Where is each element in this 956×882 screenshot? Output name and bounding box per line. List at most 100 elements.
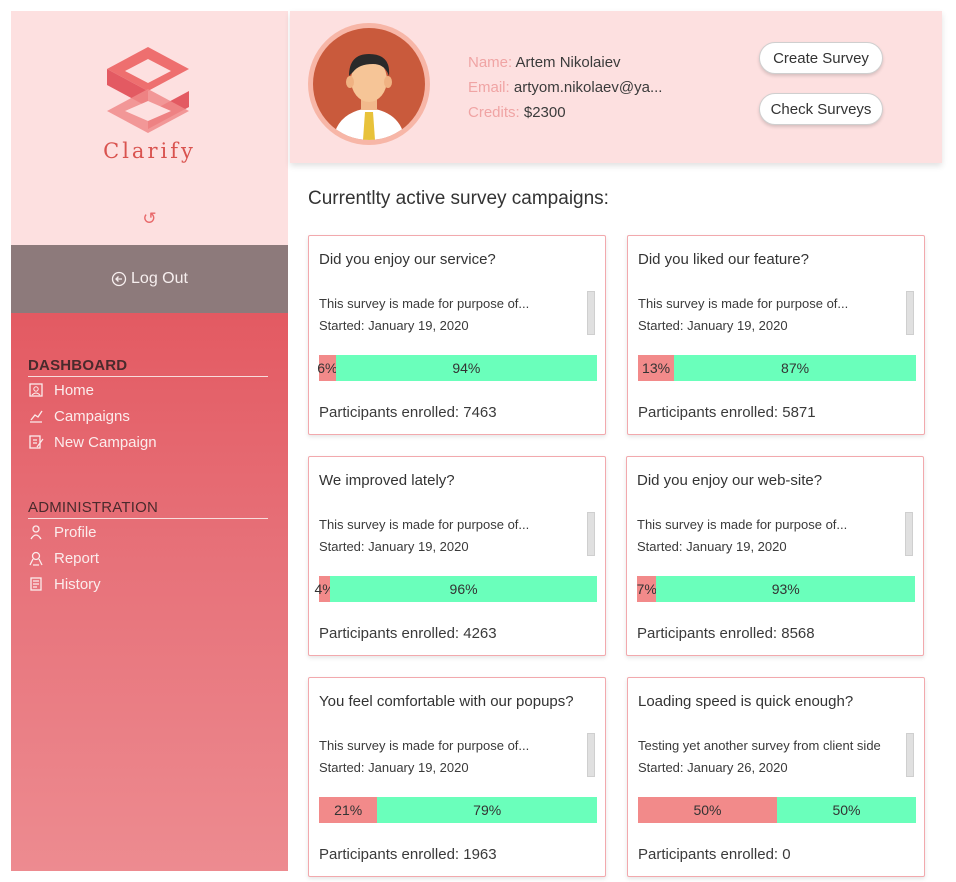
result-bar: 6% 94% [317, 355, 597, 381]
edit-icon [29, 435, 44, 449]
brand-panel: Clarify ↺ [11, 11, 288, 245]
refresh-icon[interactable]: ↺ [11, 209, 288, 229]
logout-button[interactable]: Log Out [11, 245, 288, 313]
yes-segment: 94% [335, 355, 597, 381]
participants-enrolled: Participants enrolled: 5871 [638, 404, 816, 421]
survey-title: You feel comfortable with our popups? [319, 693, 574, 710]
survey-description: This survey is made for purpose of... Sta… [638, 293, 898, 337]
survey-desc-text: This survey is made for purpose of... [319, 296, 530, 311]
survey-title: Did you liked our feature? [638, 251, 809, 268]
profile-email: artyom.nikolaev@ya... [513, 79, 663, 96]
survey-started: Started: January 19, 2020 [319, 760, 469, 775]
name-key: Name: [468, 54, 513, 71]
sidebar-nav: DASHBOARD Home Campaigns New Campaign AD… [11, 313, 288, 871]
no-segment: 4% [314, 576, 335, 602]
yes-segment: 96% [330, 576, 597, 602]
sidebar-item-label: Report [54, 549, 100, 567]
survey-started: Started: January 19, 2020 [637, 539, 787, 554]
sidebar-item-label: Profile [54, 523, 97, 541]
survey-description: This survey is made for purpose of... Sta… [319, 514, 579, 558]
sidebar-item-label: New Campaign [54, 433, 157, 451]
survey-desc-text: This survey is made for purpose of... [319, 517, 530, 532]
user-icon [30, 525, 42, 540]
yes-segment: 79% [377, 797, 597, 823]
sidebar-item-profile[interactable]: Profile [28, 519, 268, 545]
profile-credits: $2300 [523, 104, 566, 121]
administration-heading: ADMINISTRATION [28, 499, 268, 519]
description-scrollbar[interactable] [587, 291, 595, 335]
survey-description: This survey is made for purpose of... Sta… [319, 293, 579, 337]
survey-description: This survey is made for purpose of... Sta… [637, 514, 897, 558]
no-segment: 7% [637, 576, 657, 602]
profile-info: Name: Artem Nikolaiev Email: artyom.niko… [468, 50, 662, 125]
sidebar-item-label: Home [54, 381, 95, 399]
credits-key: Credits: [468, 104, 520, 121]
result-bar: 7% 93% [637, 576, 915, 602]
participants-enrolled: Participants enrolled: 7463 [319, 404, 497, 421]
history-icon [30, 577, 42, 591]
sidebar: Clarify ↺ Log Out DASHBOARD Home Campaig… [11, 11, 288, 871]
chart-icon [30, 410, 43, 423]
survey-title: Loading speed is quick enough? [638, 693, 854, 710]
participants-enrolled: Participants enrolled: 0 [638, 846, 791, 863]
survey-description: Testing yet another survey from client s… [638, 735, 898, 779]
profile-header: Name: Artem Nikolaiev Email: artyom.niko… [290, 11, 942, 163]
check-surveys-button[interactable]: Check Surveys [759, 93, 883, 125]
result-bar: 4% 96% [314, 576, 597, 602]
survey-title: We improved lately? [319, 472, 455, 489]
survey-desc-text: This survey is made for purpose of... [319, 738, 530, 753]
survey-description: This survey is made for purpose of... Sta… [319, 735, 579, 779]
result-bar: 21% 79% [319, 797, 597, 823]
description-scrollbar[interactable] [587, 733, 595, 777]
survey-started: Started: January 19, 2020 [319, 539, 469, 554]
user-avatar-icon [333, 54, 405, 140]
survey-card[interactable]: We improved lately? This survey is made f… [308, 456, 606, 656]
result-bar: 13% 87% [638, 355, 916, 381]
no-segment: 50% [638, 797, 777, 823]
survey-desc-text: This survey is made for purpose of... [638, 296, 849, 311]
survey-card[interactable]: You feel comfortable with our popups? Thi… [308, 677, 606, 877]
sidebar-item-new-campaign[interactable]: New Campaign [28, 429, 268, 455]
page-title: Currentlty active survey campaigns: [308, 188, 609, 209]
survey-started: Started: January 19, 2020 [638, 318, 788, 333]
email-key: Email: [468, 79, 510, 96]
sidebar-item-label: History [54, 575, 101, 593]
survey-card[interactable]: Did you enjoy our web-site? This survey i… [626, 456, 924, 656]
no-segment: 13% [638, 355, 675, 381]
no-segment: 6% [317, 355, 337, 381]
profile-name: Artem Nikolaiev [515, 54, 621, 71]
description-scrollbar[interactable] [906, 291, 914, 335]
survey-started: Started: January 19, 2020 [319, 318, 469, 333]
survey-card[interactable]: Loading speed is quick enough? Testing ye… [627, 677, 925, 877]
clarify-logo-icon [107, 47, 189, 133]
yes-segment: 93% [656, 576, 915, 602]
survey-desc-text: Testing yet another survey from client s… [638, 738, 881, 753]
sidebar-item-report[interactable]: Report [28, 545, 268, 571]
home-icon [29, 383, 43, 397]
create-survey-button[interactable]: Create Survey [759, 42, 883, 74]
survey-card[interactable]: Did you enjoy our service? This survey is… [308, 235, 606, 435]
description-scrollbar[interactable] [906, 733, 914, 777]
yes-segment: 87% [674, 355, 916, 381]
description-scrollbar[interactable] [587, 512, 595, 556]
brand-name: Clarify [103, 139, 196, 163]
survey-started: Started: January 26, 2020 [638, 760, 788, 775]
report-icon [29, 551, 43, 566]
sidebar-item-campaigns[interactable]: Campaigns [28, 403, 268, 429]
yes-segment: 50% [777, 797, 916, 823]
dashboard-heading: DASHBOARD [28, 357, 268, 377]
avatar [308, 23, 430, 145]
survey-card[interactable]: Did you liked our feature? This survey is… [627, 235, 925, 435]
sidebar-item-history[interactable]: History [28, 571, 268, 597]
survey-desc-text: This survey is made for purpose of... [637, 517, 848, 532]
participants-enrolled: Participants enrolled: 8568 [637, 625, 815, 642]
participants-enrolled: Participants enrolled: 4263 [319, 625, 497, 642]
description-scrollbar[interactable] [905, 512, 913, 556]
sidebar-item-label: Campaigns [54, 407, 130, 425]
sidebar-item-home[interactable]: Home [28, 377, 268, 403]
participants-enrolled: Participants enrolled: 1963 [319, 846, 497, 863]
survey-title: Did you enjoy our service? [319, 251, 496, 268]
logout-label: Log Out [131, 270, 188, 287]
survey-title: Did you enjoy our web-site? [637, 472, 823, 489]
no-segment: 21% [319, 797, 378, 823]
